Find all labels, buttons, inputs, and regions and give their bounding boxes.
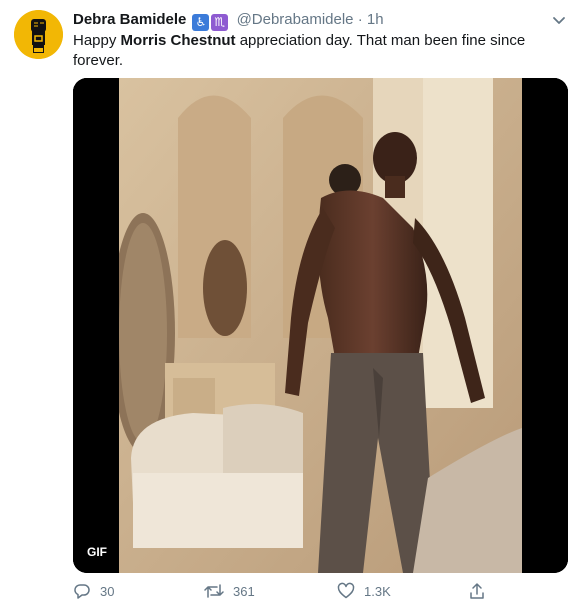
heart-icon [337,582,355,599]
share-button[interactable] [468,581,486,601]
raised-fist-icon [14,10,63,59]
avatar[interactable] [14,10,63,59]
timestamp[interactable]: 1h [367,11,384,28]
tweet-text: Happy Morris Chestnut appreciation day. … [73,31,543,71]
tweet-header: Debra Bamidele ♿ ♏ @Debrabamidele · 1h [73,10,384,31]
like-count: 1.3K [364,583,391,599]
gif-badge: GIF [83,543,111,561]
separator: · [357,11,363,28]
retweet-icon [204,584,224,598]
author-name[interactable]: Debra Bamidele [73,11,186,28]
share-icon [470,583,484,599]
like-button[interactable]: 1.3K [337,581,391,601]
reply-button[interactable]: 30 [73,581,114,601]
wheelchair-icon: ♿ [192,14,210,31]
reply-icon [74,584,90,599]
tweet[interactable]: Debra Bamidele ♿ ♏ @Debrabamidele · 1h Hap… [0,0,581,600]
retweet-button[interactable]: 361 [204,581,255,601]
tweet-actions: 30 361 1.3K [73,581,568,601]
mention-bold: Morris Chestnut [120,32,236,49]
retweet-count: 361 [233,583,255,599]
gif-media[interactable]: GIF [73,78,568,573]
reply-count: 30 [100,583,115,599]
chevron-down-icon[interactable] [551,12,567,28]
tweet-text-start: Happy [73,32,121,49]
scorpio-icon: ♏ [211,14,229,31]
gif-frame-image [73,78,568,573]
author-handle[interactable]: @Debrabamidele [237,11,354,28]
